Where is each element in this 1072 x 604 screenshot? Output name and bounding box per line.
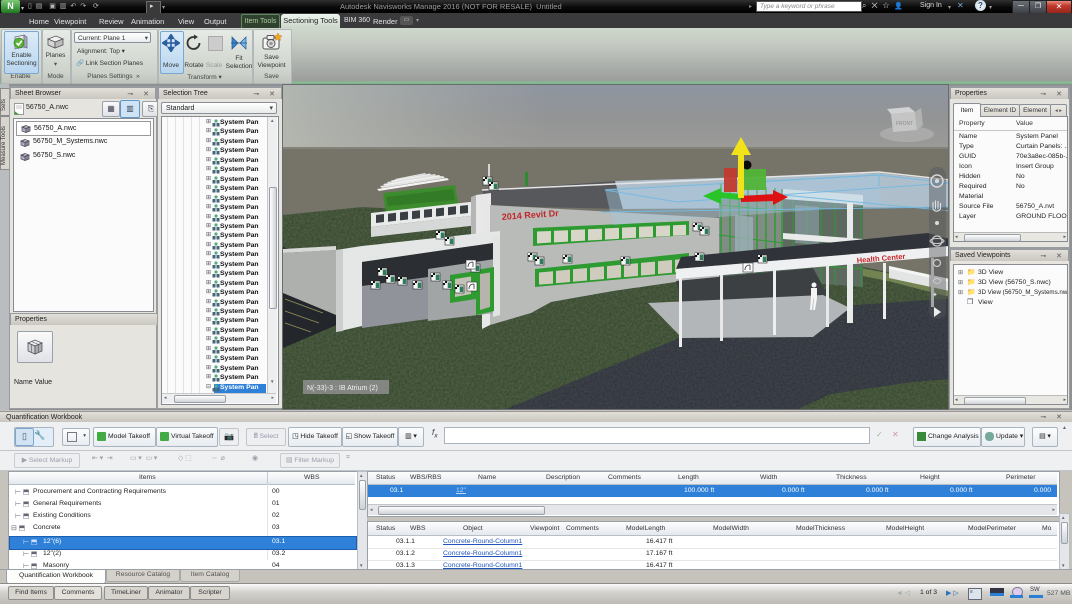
svg-text:✦: ✦	[932, 291, 938, 299]
svg-text:N(-33)-3 : IB Atrium (2): N(-33)-3 : IB Atrium (2)	[307, 385, 378, 392]
svg-text:FRONT: FRONT	[896, 121, 913, 127]
